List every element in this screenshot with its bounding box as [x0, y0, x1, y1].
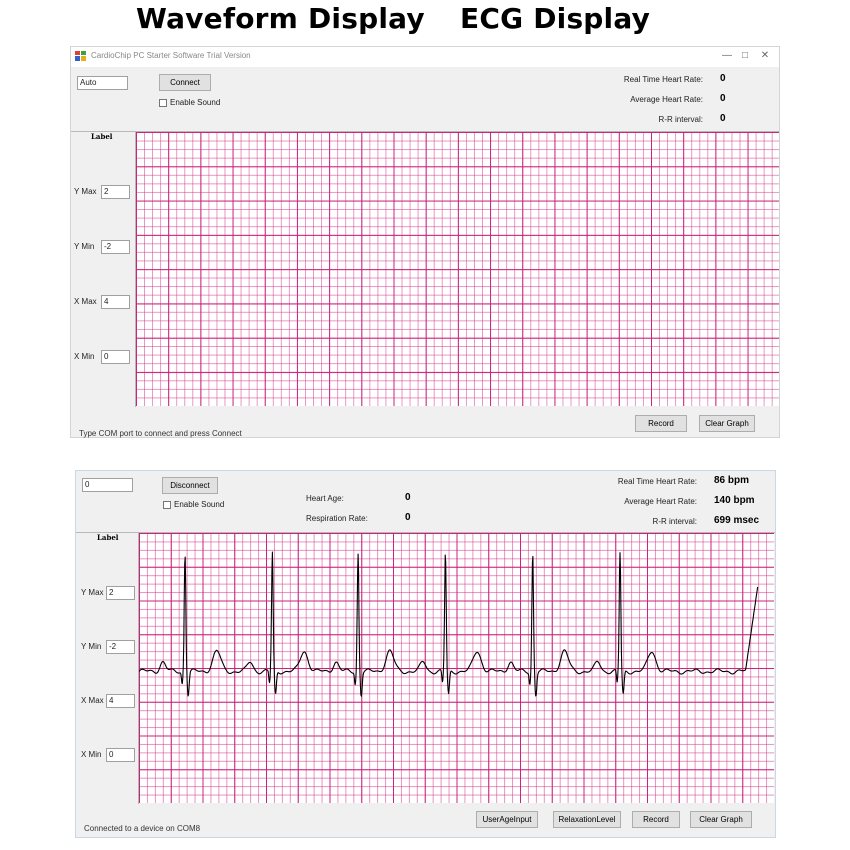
average-heart-rate-label: Average Heart Rate: [630, 95, 703, 104]
realtime-heart-rate-value: 86 bpm [714, 475, 750, 486]
connect-button[interactable]: Connect [159, 74, 211, 91]
ecg-display-title: ECG Display [460, 2, 651, 35]
com-port-input[interactable]: 0 [82, 478, 133, 492]
ecg-trace-svg [139, 551, 759, 697]
maximize-icon[interactable]: □ [737, 49, 753, 63]
average-heart-rate-value: 140 bpm [714, 495, 755, 506]
status-text: Type COM port to connect and press Conne… [79, 429, 242, 438]
ecg-window: 0 Disconnect Enable Sound Heart Age: 0 R… [75, 470, 776, 838]
disconnect-button[interactable]: Disconnect [162, 477, 218, 494]
ymax-input[interactable]: 2 [101, 185, 130, 199]
title-row: Waveform Display ECG Display [0, 0, 850, 42]
ymin-input[interactable]: -2 [106, 640, 135, 654]
ymin-input[interactable]: -2 [101, 240, 130, 254]
rr-interval-label: R-R interval: [658, 115, 703, 124]
xmax-input[interactable]: 4 [106, 694, 135, 708]
xmin-input[interactable]: 0 [101, 350, 130, 364]
user-age-input-button[interactable]: UserAgeInput [476, 811, 538, 828]
com-port-input[interactable]: Auto [77, 76, 128, 90]
respiration-rate-value: 0 [405, 512, 411, 523]
minimize-icon[interactable]: — [719, 49, 735, 63]
enable-sound-label: Enable Sound [174, 500, 225, 509]
heart-age-label: Heart Age: [306, 494, 344, 503]
waveform-plot-area[interactable] [136, 132, 779, 406]
clear-graph-button[interactable]: Clear Graph [690, 811, 752, 828]
relaxation-level-button[interactable]: RelaxationLevel [553, 811, 621, 828]
status-text: Connected to a device on COM8 [84, 824, 201, 833]
respiration-rate-label: Respiration Rate: [306, 514, 368, 523]
ymax-label: Y Max [81, 588, 104, 597]
realtime-heart-rate-label: Real Time Heart Rate: [623, 75, 703, 84]
rr-interval-value: 0 [720, 113, 726, 124]
xmin-input[interactable]: 0 [106, 748, 135, 762]
ecg-plot-area[interactable] [139, 533, 774, 803]
xmax-label: X Max [74, 297, 97, 306]
ymax-input[interactable]: 2 [106, 586, 135, 600]
clear-graph-button[interactable]: Clear Graph [699, 415, 755, 432]
realtime-heart-rate-label: Real Time Heart Rate: [617, 477, 697, 486]
xmin-label: X Min [74, 352, 95, 361]
app-icon [75, 51, 86, 61]
axis-label: Label [97, 533, 119, 542]
xmax-input[interactable]: 4 [101, 295, 130, 309]
xmin-label: X Min [81, 750, 102, 759]
heart-age-value: 0 [405, 492, 411, 503]
average-heart-rate-label: Average Heart Rate: [624, 497, 697, 506]
rr-interval-label: R-R interval: [652, 517, 697, 526]
record-button[interactable]: Record [635, 415, 687, 432]
waveform-display-title: Waveform Display [136, 2, 425, 35]
enable-sound-checkbox[interactable] [159, 99, 167, 107]
axis-label: Label [91, 132, 113, 141]
realtime-heart-rate-value: 0 [720, 73, 726, 84]
xmax-label: X Max [81, 696, 104, 705]
ymax-label: Y Max [74, 187, 97, 196]
window-title: CardioChip PC Starter Software Trial Ver… [91, 51, 251, 60]
enable-sound-label: Enable Sound [170, 98, 221, 107]
average-heart-rate-value: 0 [720, 93, 726, 104]
ecg-trace-line [139, 551, 759, 697]
window-titlebar[interactable]: CardioChip PC Starter Software Trial Ver… [71, 47, 779, 67]
close-icon[interactable]: ✕ [757, 49, 773, 63]
waveform-window: CardioChip PC Starter Software Trial Ver… [70, 46, 780, 438]
ymin-label: Y Min [81, 642, 102, 651]
enable-sound-checkbox[interactable] [163, 501, 171, 509]
rr-interval-value: 699 msec [714, 515, 760, 526]
record-button[interactable]: Record [632, 811, 680, 828]
ymin-label: Y Min [74, 242, 95, 251]
